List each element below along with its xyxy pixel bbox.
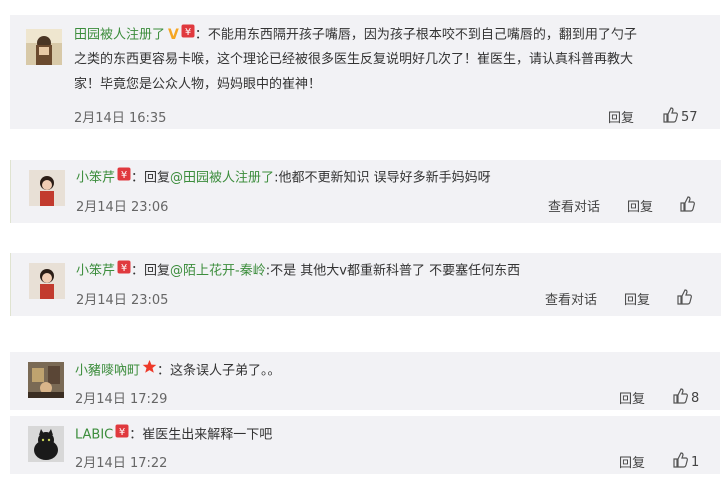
comment-card: 小笨芹 ¥ ：回复@田园被人注册了:他都不更新知识 误导好多新手妈妈呀 2月14日 … (10, 160, 721, 223)
timestamp: 2月14日 23:06 (76, 200, 169, 215)
view-conversation-button[interactable]: 查看对话 (548, 196, 600, 215)
comment-card: 小笨芹 ¥ ：回复@陌上花开-秦岭:不是 其他大v都重新科普了 不要塞任何东西 2月… (10, 253, 721, 316)
member-badge-icon: ¥ (181, 23, 195, 47)
reply-button[interactable]: 回复 (619, 388, 645, 407)
comment-text: 崔医生出来解释一下吧 (142, 427, 273, 443)
reply-button[interactable]: 回复 (619, 452, 645, 471)
username-link[interactable]: 田园被人注册了 (74, 28, 165, 43)
thumbs-up-icon (672, 388, 688, 408)
reply-button[interactable]: 回复 (627, 196, 653, 215)
mention-link[interactable]: @陌上花开-秦岭 (170, 264, 266, 279)
avatar[interactable] (29, 263, 65, 299)
member-badge-icon: ¥ (115, 423, 129, 447)
comment-text: :不是 其他大v都重新科普了 不要塞任何东西 (265, 263, 521, 279)
username-link[interactable]: 小笨芹 (76, 264, 115, 279)
like-button[interactable]: 1 (672, 452, 699, 472)
thumbs-up-icon (679, 196, 695, 216)
timestamp: 2月14日 23:05 (76, 293, 169, 308)
timestamp: 2月14日 16:35 (74, 111, 167, 126)
comment-card: 小豬嘜吶町 ：这条误人子弟了。。 2月14日 17:29 回复 8 (10, 352, 720, 410)
avatar[interactable] (28, 362, 64, 398)
username-link[interactable]: 小笨芹 (76, 171, 115, 186)
comment-text: :他都不更新知识 误导好多新手妈妈呀 (274, 170, 491, 186)
member-badge-icon: ¥ (117, 259, 131, 283)
reply-button[interactable]: 回复 (608, 107, 634, 126)
reply-button[interactable]: 回复 (624, 289, 650, 308)
username-link[interactable]: 小豬嘜吶町 (75, 364, 140, 379)
like-button[interactable] (679, 196, 695, 216)
svg-text:¥: ¥ (185, 27, 191, 38)
member-badge-icon: ¥ (117, 166, 131, 190)
thumbs-up-icon (676, 289, 692, 309)
avatar[interactable] (29, 170, 65, 206)
comment-card: LABIC ¥ ：崔医生出来解释一下吧 2月14日 17:22 回复 1 (10, 416, 720, 474)
username-link[interactable]: LABIC (75, 428, 113, 443)
svg-text:¥: ¥ (121, 170, 127, 181)
comment-text: 之类的东西更容易卡喉，这个理论已经被很多医生反复说明好几次了！崔医生，请认真科普… (74, 52, 634, 67)
mention-link[interactable]: @田园被人注册了 (170, 171, 274, 186)
svg-text:¥: ¥ (119, 427, 125, 438)
like-button[interactable] (676, 289, 692, 309)
comment-card: 田园被人注册了 V ¥ ：不能用东西隔开孩子嘴唇，因为孩子根本咬不到自己嘴唇的，翻到用… (10, 15, 720, 129)
like-count: 57 (681, 109, 698, 125)
thumbs-up-icon (672, 452, 688, 472)
avatar[interactable] (28, 426, 64, 462)
timestamp: 2月14日 17:22 (75, 456, 168, 471)
like-button[interactable]: 8 (672, 388, 699, 408)
timestamp: 2月14日 17:29 (75, 392, 168, 407)
star-badge-icon (142, 359, 157, 383)
like-button[interactable]: 57 (662, 107, 698, 127)
avatar[interactable] (26, 29, 62, 65)
svg-text:¥: ¥ (121, 263, 127, 274)
comment-text: 家！毕竟您是公众人物，妈妈眼中的崔神！ (74, 77, 322, 92)
like-count: 8 (691, 390, 700, 406)
comment-text: 不能用东西隔开孩子嘴唇，因为孩子根本咬不到自己嘴唇的，翻到用了勺子 (207, 27, 637, 43)
view-conversation-button[interactable]: 查看对话 (545, 289, 597, 308)
like-count: 1 (691, 454, 700, 470)
verified-v-icon: V (168, 27, 179, 43)
comment-text: 这条误人子弟了。。 (170, 363, 281, 379)
thumbs-up-icon (662, 107, 678, 127)
